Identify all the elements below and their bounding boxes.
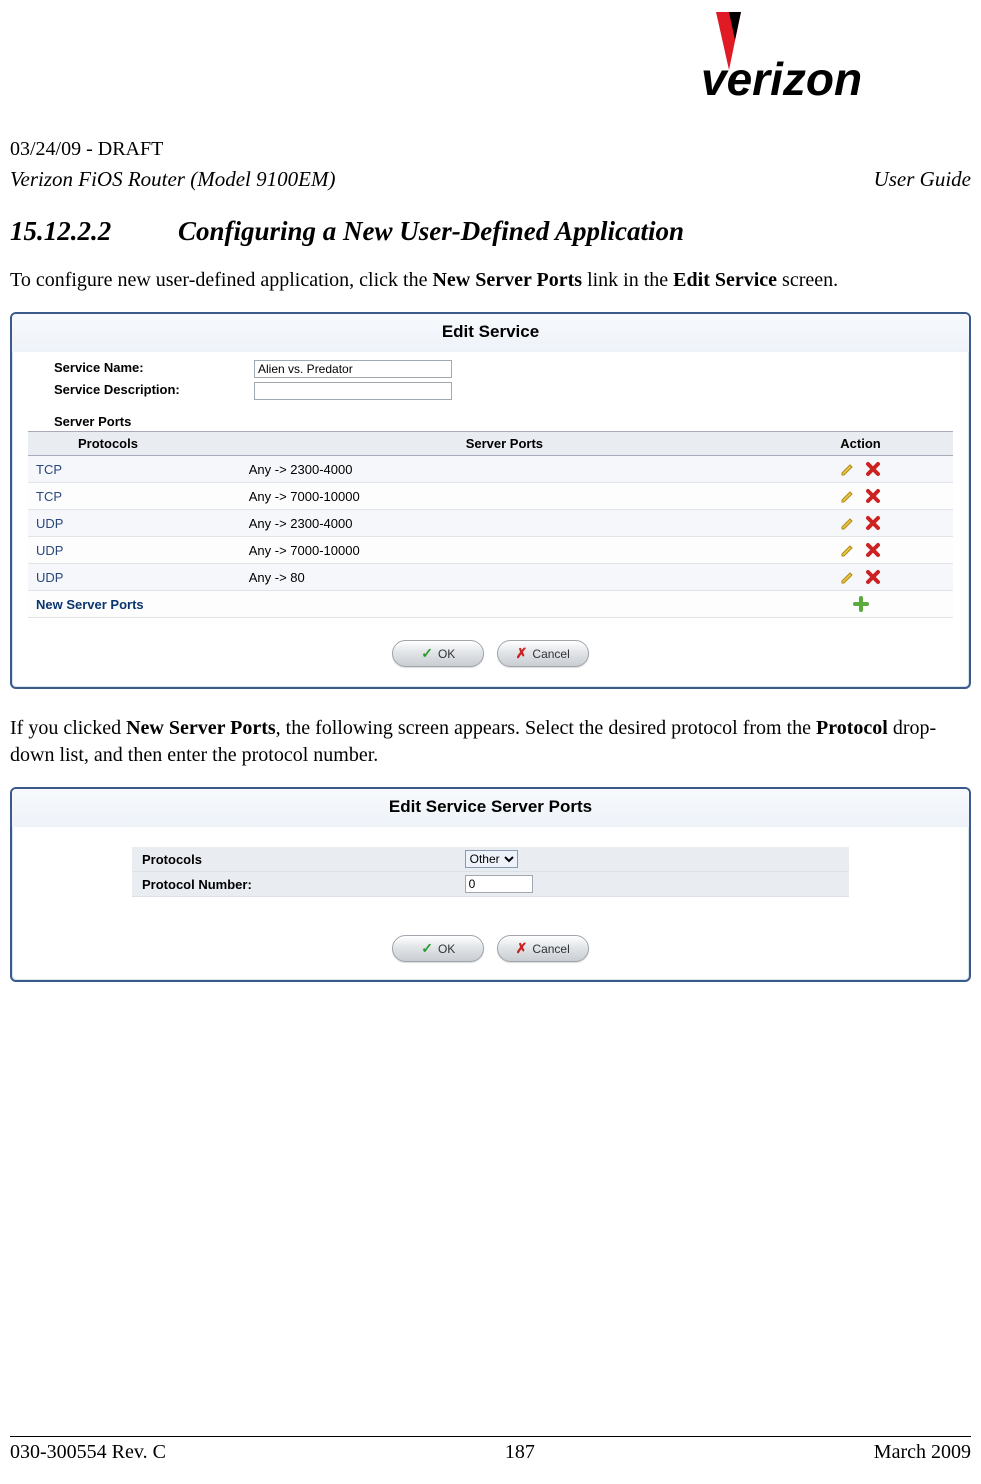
protocol-number-input[interactable]: [465, 875, 533, 893]
draft-label: 03/24/09 - DRAFT: [10, 138, 971, 161]
col-server-ports: Server Ports: [241, 432, 768, 456]
section-number: 15.12.2.2: [10, 216, 111, 246]
service-description-label: Service Description:: [54, 382, 254, 400]
page-footer: 030-300554 Rev. C 187 March 2009: [10, 1436, 971, 1464]
col-action: Action: [768, 432, 953, 456]
edit-service-panel: Edit Service Service Name: Service Descr…: [10, 312, 971, 689]
service-description-input[interactable]: [254, 382, 452, 400]
table-row: TCP Any -> 2300-4000: [28, 456, 953, 483]
edit-icon[interactable]: [839, 487, 857, 505]
cross-icon: ✗: [516, 645, 528, 662]
check-icon: ✓: [421, 645, 433, 662]
cancel-button[interactable]: ✗Cancel: [497, 640, 589, 667]
table-row: UDP Any -> 80: [28, 564, 953, 591]
table-row: UDP Any -> 7000-10000: [28, 537, 953, 564]
add-icon[interactable]: [852, 595, 870, 613]
edit-service-server-ports-panel: Edit Service Server Ports Protocols Othe…: [10, 787, 971, 982]
cross-icon: ✗: [516, 940, 528, 957]
section-title: Configuring a New User-Defined Applicati…: [178, 216, 684, 246]
panel-title: Edit Service Server Ports: [12, 789, 969, 827]
check-icon: ✓: [421, 940, 433, 957]
server-ports-heading: Server Ports: [20, 402, 961, 431]
edit-icon[interactable]: [839, 541, 857, 559]
edit-icon[interactable]: [839, 568, 857, 586]
service-name-label: Service Name:: [54, 360, 254, 378]
cancel-button[interactable]: ✗Cancel: [497, 935, 589, 962]
logo-text: verizon: [701, 53, 862, 105]
delete-icon[interactable]: [864, 460, 882, 478]
new-server-ports-row[interactable]: New Server Ports: [28, 591, 953, 618]
panel-title: Edit Service: [12, 314, 969, 352]
delete-icon[interactable]: [864, 541, 882, 559]
footer-right: March 2009: [874, 1441, 971, 1464]
protocol-number-label: Protocol Number:: [132, 872, 455, 897]
delete-icon[interactable]: [864, 514, 882, 532]
protocol-form: Protocols Other Protocol Number:: [132, 847, 849, 897]
protocols-select[interactable]: Other: [465, 850, 518, 868]
doc-type: User Guide: [874, 167, 971, 192]
delete-icon[interactable]: [864, 487, 882, 505]
product-name: Verizon FiOS Router (Model 9100EM): [10, 167, 335, 192]
edit-icon[interactable]: [839, 514, 857, 532]
table-row: TCP Any -> 7000-10000: [28, 483, 953, 510]
service-name-input[interactable]: [254, 360, 452, 378]
col-protocols: Protocols: [28, 432, 241, 456]
ok-button[interactable]: ✓OK: [392, 640, 484, 667]
delete-icon[interactable]: [864, 568, 882, 586]
new-server-ports-link: New Server Ports: [28, 591, 241, 618]
table-row: UDP Any -> 2300-4000: [28, 510, 953, 537]
ok-button[interactable]: ✓OK: [392, 935, 484, 962]
logo-container: verizon: [10, 10, 911, 110]
server-ports-table: Protocols Server Ports Action TCP Any ->…: [28, 431, 953, 618]
intro-paragraph-2: If you clicked New Server Ports, the fol…: [10, 715, 971, 769]
edit-icon[interactable]: [839, 460, 857, 478]
verizon-logo: verizon: [681, 10, 911, 105]
footer-left: 030-300554 Rev. C: [10, 1441, 166, 1464]
protocols-label: Protocols: [132, 847, 455, 872]
footer-page-number: 187: [505, 1441, 535, 1464]
intro-paragraph-1: To configure new user-defined applicatio…: [10, 267, 971, 294]
